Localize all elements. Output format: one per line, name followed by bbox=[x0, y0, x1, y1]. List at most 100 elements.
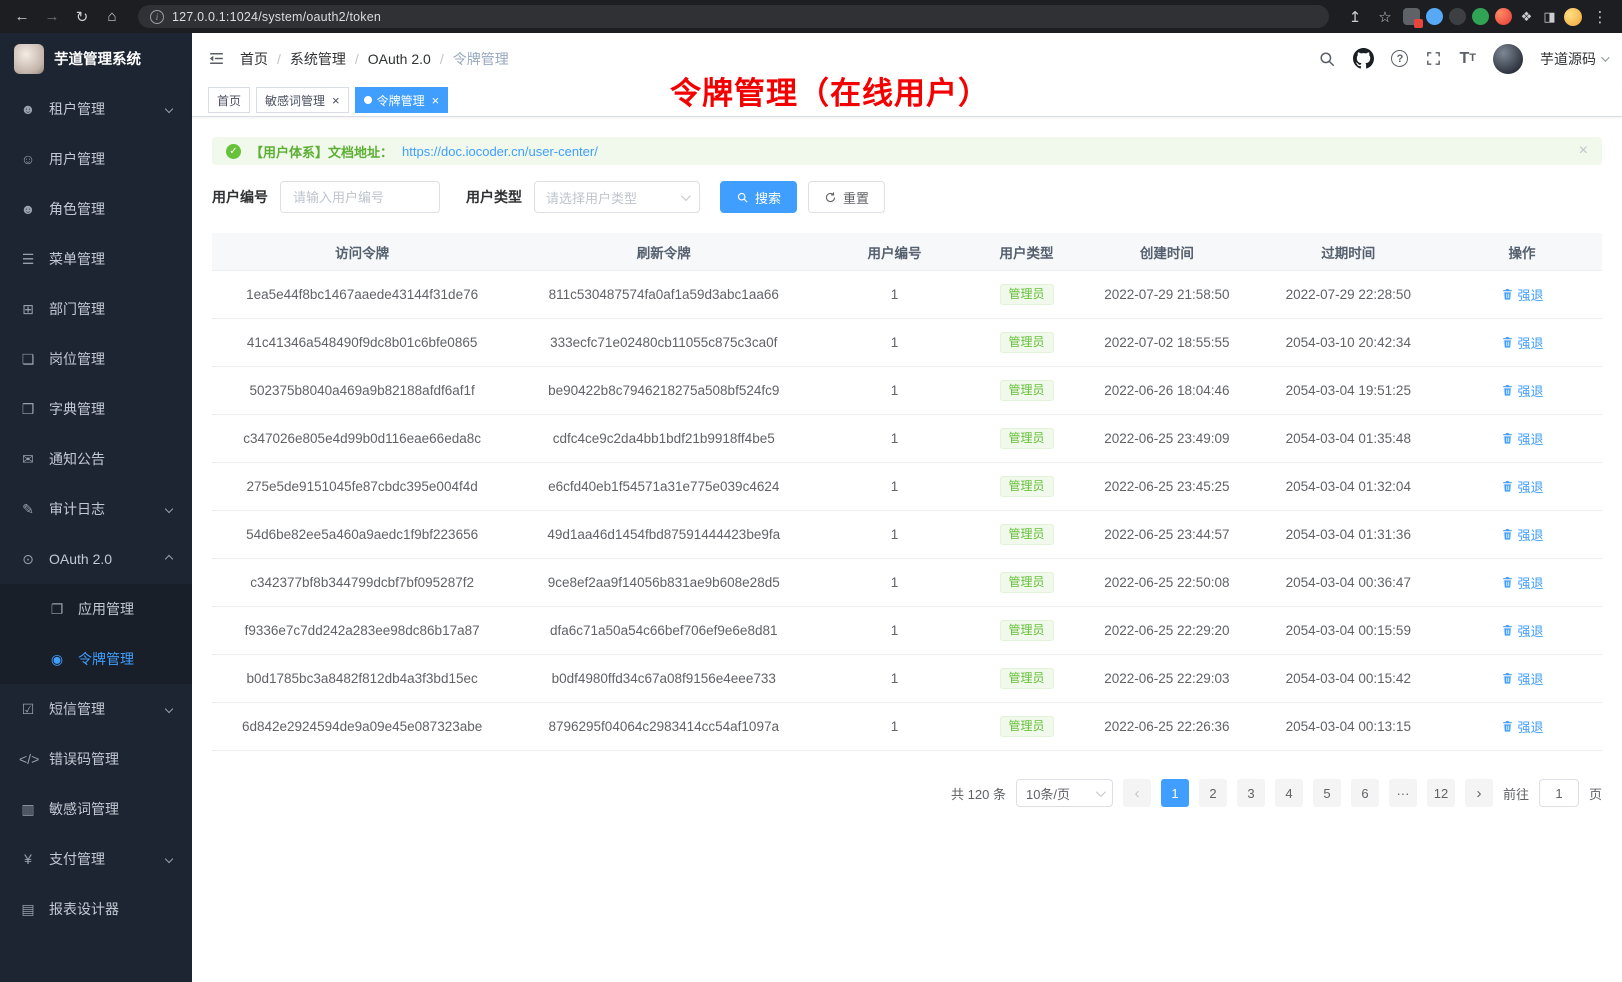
page-button-12[interactable]: 12 bbox=[1427, 779, 1455, 807]
sidebar-item-oauth2[interactable]: ⊙OAuth 2.0 bbox=[0, 534, 192, 584]
extension-icon-3[interactable] bbox=[1449, 8, 1466, 25]
home-icon[interactable]: ⌂ bbox=[100, 5, 124, 29]
page-button-3[interactable]: 3 bbox=[1237, 779, 1265, 807]
refresh-token-cell: b0df4980ffd34c67a08f9156e4eee733 bbox=[512, 655, 815, 702]
sidebar-item-pay[interactable]: ¥支付管理 bbox=[0, 834, 192, 884]
back-icon[interactable]: ← bbox=[10, 5, 34, 29]
bookmark-star-icon[interactable]: ☆ bbox=[1373, 5, 1397, 29]
sidebar-item-post[interactable]: ❏岗位管理 bbox=[0, 334, 192, 384]
browser-profile-avatar[interactable] bbox=[1564, 8, 1582, 26]
sidebar-item-user[interactable]: ☺用户管理 bbox=[0, 134, 192, 184]
sidebar-item-dept[interactable]: ⊞部门管理 bbox=[0, 284, 192, 334]
page-button-4[interactable]: 4 bbox=[1275, 779, 1303, 807]
user-type-label: 用户类型 bbox=[466, 187, 522, 207]
force-logout-button[interactable]: 强退 bbox=[1501, 285, 1544, 304]
sidebar-item-oauth2-app[interactable]: ❐应用管理 bbox=[0, 584, 192, 634]
sidebar-item-label: 敏感词管理 bbox=[49, 799, 119, 819]
page-button-1[interactable]: 1 bbox=[1161, 779, 1189, 807]
breadcrumb-system[interactable]: 系统管理 bbox=[290, 49, 346, 69]
next-page-button[interactable]: › bbox=[1465, 779, 1493, 807]
page-size-select[interactable]: 10条/页 bbox=[1016, 779, 1113, 807]
reset-button[interactable]: 重置 bbox=[808, 181, 885, 213]
force-logout-button[interactable]: 强退 bbox=[1501, 717, 1544, 736]
force-logout-button[interactable]: 强退 bbox=[1501, 573, 1544, 592]
github-icon[interactable] bbox=[1353, 48, 1374, 69]
breadcrumb-oauth[interactable]: OAuth 2.0 bbox=[368, 51, 431, 67]
alert-close-icon[interactable]: × bbox=[1579, 142, 1588, 160]
user-id-input[interactable] bbox=[280, 181, 440, 213]
table-row: 41c41346a548490f9dc8b01c6bfe0865333ecfc7… bbox=[212, 319, 1602, 367]
pager-more-button[interactable]: ··· bbox=[1389, 779, 1417, 807]
extension-icon-2[interactable] bbox=[1426, 8, 1443, 25]
site-info-icon[interactable]: i bbox=[150, 10, 164, 24]
sidebar-item-notice[interactable]: ✉通知公告 bbox=[0, 434, 192, 484]
page-button-5[interactable]: 5 bbox=[1313, 779, 1341, 807]
force-logout-button[interactable]: 强退 bbox=[1501, 333, 1544, 352]
help-icon[interactable]: ? bbox=[1391, 50, 1408, 67]
extension-icon-4[interactable] bbox=[1472, 8, 1489, 25]
tab-token[interactable]: 令牌管理× bbox=[355, 87, 449, 113]
side-panel-icon[interactable]: ◨ bbox=[1541, 8, 1558, 25]
breadcrumb: 首页 / 系统管理 / OAuth 2.0 / 令牌管理 bbox=[240, 49, 509, 69]
force-logout-button[interactable]: 强退 bbox=[1501, 525, 1544, 544]
tab-label: 敏感词管理 bbox=[265, 92, 325, 109]
table-row: 275e5de9151045fe87cbdc395e004f4de6cfd40e… bbox=[212, 463, 1602, 511]
sidebar-item-tenant[interactable]: ☻租户管理 bbox=[0, 84, 192, 134]
sidebar-item-audit-log[interactable]: ✎审计日志 bbox=[0, 484, 192, 534]
chevron-up-icon bbox=[165, 555, 173, 563]
extensions-puzzle-icon[interactable]: ❖ bbox=[1518, 8, 1535, 25]
tab-sensitive-word[interactable]: 敏感词管理 × bbox=[256, 87, 349, 113]
extension-icon-5[interactable] bbox=[1495, 8, 1512, 25]
refresh-token-cell: dfa6c71a50a54c66bef706ef9e6e8d81 bbox=[512, 607, 815, 654]
tab-home[interactable]: 首页 bbox=[208, 87, 250, 113]
forward-icon[interactable]: → bbox=[40, 5, 64, 29]
sidebar-item-role[interactable]: ☻角色管理 bbox=[0, 184, 192, 234]
close-icon[interactable]: × bbox=[330, 94, 340, 107]
force-logout-label: 强退 bbox=[1518, 525, 1544, 544]
user-menu[interactable]: 芋道源码 bbox=[1540, 49, 1607, 69]
breadcrumb-home[interactable]: 首页 bbox=[240, 49, 268, 69]
force-logout-button[interactable]: 强退 bbox=[1501, 621, 1544, 640]
sidebar-item-oauth2-token[interactable]: ◉令牌管理 bbox=[0, 634, 192, 684]
sidebar-item-dict[interactable]: ❒字典管理 bbox=[0, 384, 192, 434]
force-logout-button[interactable]: 强退 bbox=[1501, 669, 1544, 688]
sidebar-item-label: OAuth 2.0 bbox=[49, 551, 112, 567]
user-avatar[interactable] bbox=[1493, 44, 1523, 74]
chevron-down-icon bbox=[165, 855, 173, 863]
column-header: 刷新令牌 bbox=[512, 233, 815, 270]
force-logout-button[interactable]: 强退 bbox=[1501, 429, 1544, 448]
user-type-cell: 管理员 bbox=[974, 271, 1080, 318]
page-button-2[interactable]: 2 bbox=[1199, 779, 1227, 807]
share-icon[interactable]: ↥ bbox=[1343, 5, 1367, 29]
sidebar-item-menu[interactable]: ☰菜单管理 bbox=[0, 234, 192, 284]
fullscreen-icon[interactable] bbox=[1425, 50, 1442, 67]
hamburger-icon[interactable] bbox=[207, 49, 226, 68]
address-bar[interactable]: i 127.0.0.1:1024/system/oauth2/token bbox=[138, 5, 1329, 28]
prev-page-button[interactable]: ‹ bbox=[1123, 779, 1151, 807]
doc-link[interactable]: https://doc.iocoder.cn/user-center/ bbox=[402, 144, 598, 159]
search-icon[interactable] bbox=[1318, 50, 1336, 68]
sidebar-item-report[interactable]: ▤报表设计器 bbox=[0, 884, 192, 934]
page-button-6[interactable]: 6 bbox=[1351, 779, 1379, 807]
success-check-icon: ✓ bbox=[226, 144, 241, 159]
refresh-token-cell: 49d1aa46d1454fbd87591444423be9fa bbox=[512, 511, 815, 558]
browser-menu-icon[interactable]: ⋮ bbox=[1588, 5, 1612, 29]
app-logo-row[interactable]: 芋道管理系统 bbox=[0, 33, 192, 84]
reload-icon[interactable]: ↻ bbox=[70, 5, 94, 29]
force-logout-button[interactable]: 强退 bbox=[1501, 381, 1544, 400]
roles-icon: ☻ bbox=[19, 201, 37, 217]
create-time-cell: 2022-06-25 22:26:36 bbox=[1079, 703, 1254, 750]
search-button[interactable]: 搜索 bbox=[720, 181, 797, 213]
user-type-select[interactable]: 请选择用户类型 bbox=[534, 181, 700, 213]
force-logout-button[interactable]: 强退 bbox=[1501, 477, 1544, 496]
table-header: 访问令牌刷新令牌用户编号用户类型创建时间过期时间操作 bbox=[212, 233, 1602, 271]
sidebar-item-error-code[interactable]: </>错误码管理 bbox=[0, 734, 192, 784]
sidebar-item-sms[interactable]: ☑短信管理 bbox=[0, 684, 192, 734]
sidebar-item-sensitive-word[interactable]: ▥敏感词管理 bbox=[0, 784, 192, 834]
chevron-down-icon bbox=[1096, 787, 1106, 797]
extension-icon-1[interactable] bbox=[1403, 8, 1420, 25]
question-mark: ? bbox=[1391, 50, 1408, 67]
font-size-icon[interactable]: TT bbox=[1459, 51, 1476, 67]
goto-page-input[interactable] bbox=[1539, 779, 1579, 807]
close-icon[interactable]: × bbox=[430, 94, 440, 107]
